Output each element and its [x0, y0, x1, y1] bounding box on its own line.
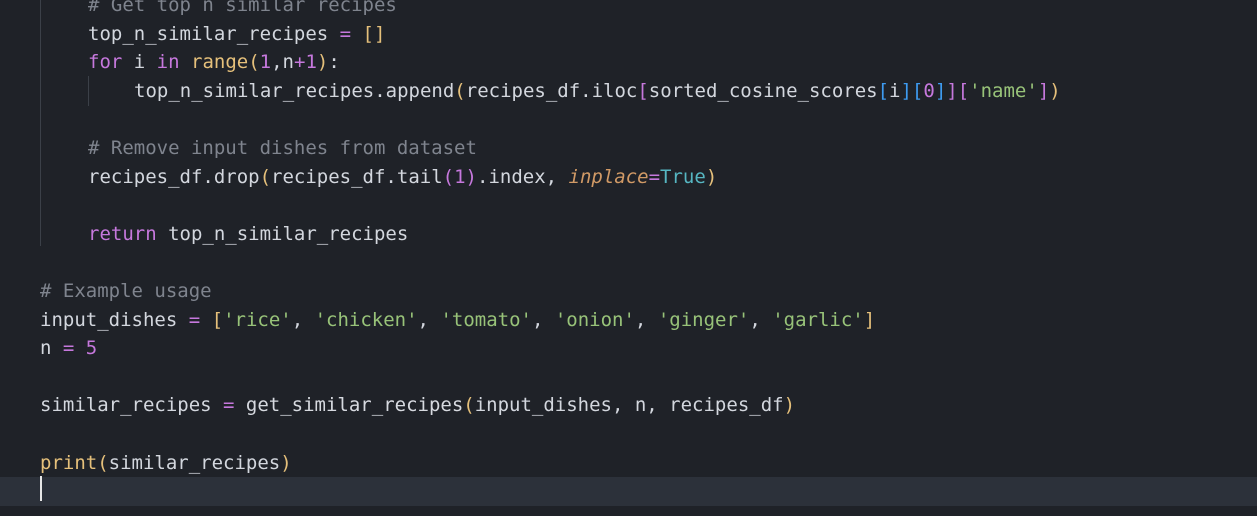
code-token: )	[783, 394, 796, 417]
code-line: return top_n_similar_recipes	[0, 220, 408, 249]
code-token: (	[97, 451, 109, 474]
code-token: ,	[634, 308, 658, 331]
code-token: )	[316, 51, 329, 74]
code-token: # Example usage	[40, 280, 212, 302]
code-token: (	[442, 165, 455, 188]
code-token: )	[705, 165, 718, 188]
code-token: input_dishes	[40, 308, 178, 331]
code-token: range	[191, 51, 249, 74]
code-token: (	[248, 51, 260, 74]
code-token: return	[88, 222, 157, 245]
text-cursor	[40, 476, 42, 501]
code-token: []	[362, 22, 386, 45]
code-token: ,	[417, 308, 441, 331]
code-line: # Remove input dishes from dataset	[0, 134, 477, 163]
code-token: +	[294, 51, 306, 74]
code-token: inplace	[568, 165, 649, 188]
code-token: (	[454, 79, 466, 102]
code-token: ,	[749, 308, 773, 331]
code-token: n	[40, 337, 52, 360]
code-token: )	[280, 451, 292, 474]
code-token: ]	[1037, 79, 1050, 102]
code-token: 'tomato'	[440, 308, 532, 331]
code-token: ,	[531, 308, 555, 331]
code-token: for	[88, 51, 123, 74]
code-token: # Remove input dishes from dataset	[88, 137, 477, 159]
code-token: recipes_df.tail	[271, 165, 443, 188]
code-token: 1	[305, 51, 317, 74]
code-token: .index,	[477, 165, 569, 188]
code-token: )	[465, 165, 477, 188]
code-token: 'ginger'	[657, 308, 750, 331]
code-token: [	[877, 79, 890, 102]
code-token: in	[156, 51, 180, 74]
code-token: :	[328, 51, 340, 74]
code-token: sorted_cosine_scores	[648, 79, 878, 102]
code-token: similar_recipes	[108, 451, 281, 474]
code-token: get_similar_recipes	[245, 394, 464, 417]
code-line: recipes_df.drop(recipes_df.tail(1).index…	[0, 163, 717, 192]
code-token: 1	[259, 51, 272, 74]
code-token: top_n_similar_recipes.append	[134, 79, 455, 102]
code-token: recipes_df.iloc	[465, 79, 638, 102]
code-token: 0	[923, 79, 935, 102]
code-token: (	[259, 165, 272, 188]
code-token: print	[40, 451, 98, 474]
code-token: ,	[291, 308, 315, 331]
code-token: ]	[863, 308, 876, 331]
code-token: =	[211, 394, 246, 417]
code-token: 'rice'	[223, 308, 292, 331]
code-token: i	[889, 79, 901, 102]
code-token: ][	[900, 79, 924, 102]
code-line: print(similar_recipes)	[0, 449, 292, 478]
code-token: =	[328, 22, 363, 45]
code-token: recipes_df.drop	[88, 165, 260, 188]
code-line: similar_recipes = get_similar_recipes(in…	[0, 391, 795, 420]
code-token: top_n_similar_recipes	[156, 222, 409, 245]
code-token: top_n_similar_recipes	[88, 22, 329, 45]
code-token: True	[660, 165, 706, 188]
code-line: n = 5	[0, 334, 97, 363]
code-token: 'chicken'	[314, 308, 418, 331]
code-line: top_n_similar_recipes.append(recipes_df.…	[0, 77, 1061, 106]
code-token: 'onion'	[554, 308, 635, 331]
code-token: =	[648, 165, 661, 188]
code-token: # Get top n similar recipes	[88, 0, 397, 16]
code-token: 5	[85, 337, 98, 360]
code-token: ]	[934, 79, 947, 102]
code-line: for i in range(1,n+1):	[0, 48, 340, 77]
code-token: =	[177, 308, 212, 331]
code-token: 'garlic'	[772, 308, 864, 331]
code-token: (	[463, 394, 475, 417]
code-token: ][	[946, 79, 970, 102]
code-token: i	[122, 51, 157, 74]
current-line	[0, 477, 1257, 506]
code-token: [	[211, 308, 224, 331]
code-line: # Get top n similar recipes	[0, 0, 397, 20]
code-line: input_dishes = ['rice', 'chicken', 'toma…	[0, 306, 875, 335]
code-token: input_dishes, n, recipes_df	[474, 394, 784, 417]
code-token: similar_recipes	[40, 394, 212, 417]
code-token: ,n	[271, 51, 294, 74]
code-token: 'name'	[969, 79, 1038, 102]
code-line: # Example usage	[0, 277, 212, 306]
code-token: [	[637, 79, 649, 102]
code-token: =	[51, 337, 86, 360]
code-token: 1	[454, 165, 466, 188]
code-line: top_n_similar_recipes = []	[0, 20, 385, 49]
code-editor[interactable]: # Get top n similar recipes top_n_similar…	[0, 0, 1257, 516]
code-token: )	[1049, 79, 1061, 102]
